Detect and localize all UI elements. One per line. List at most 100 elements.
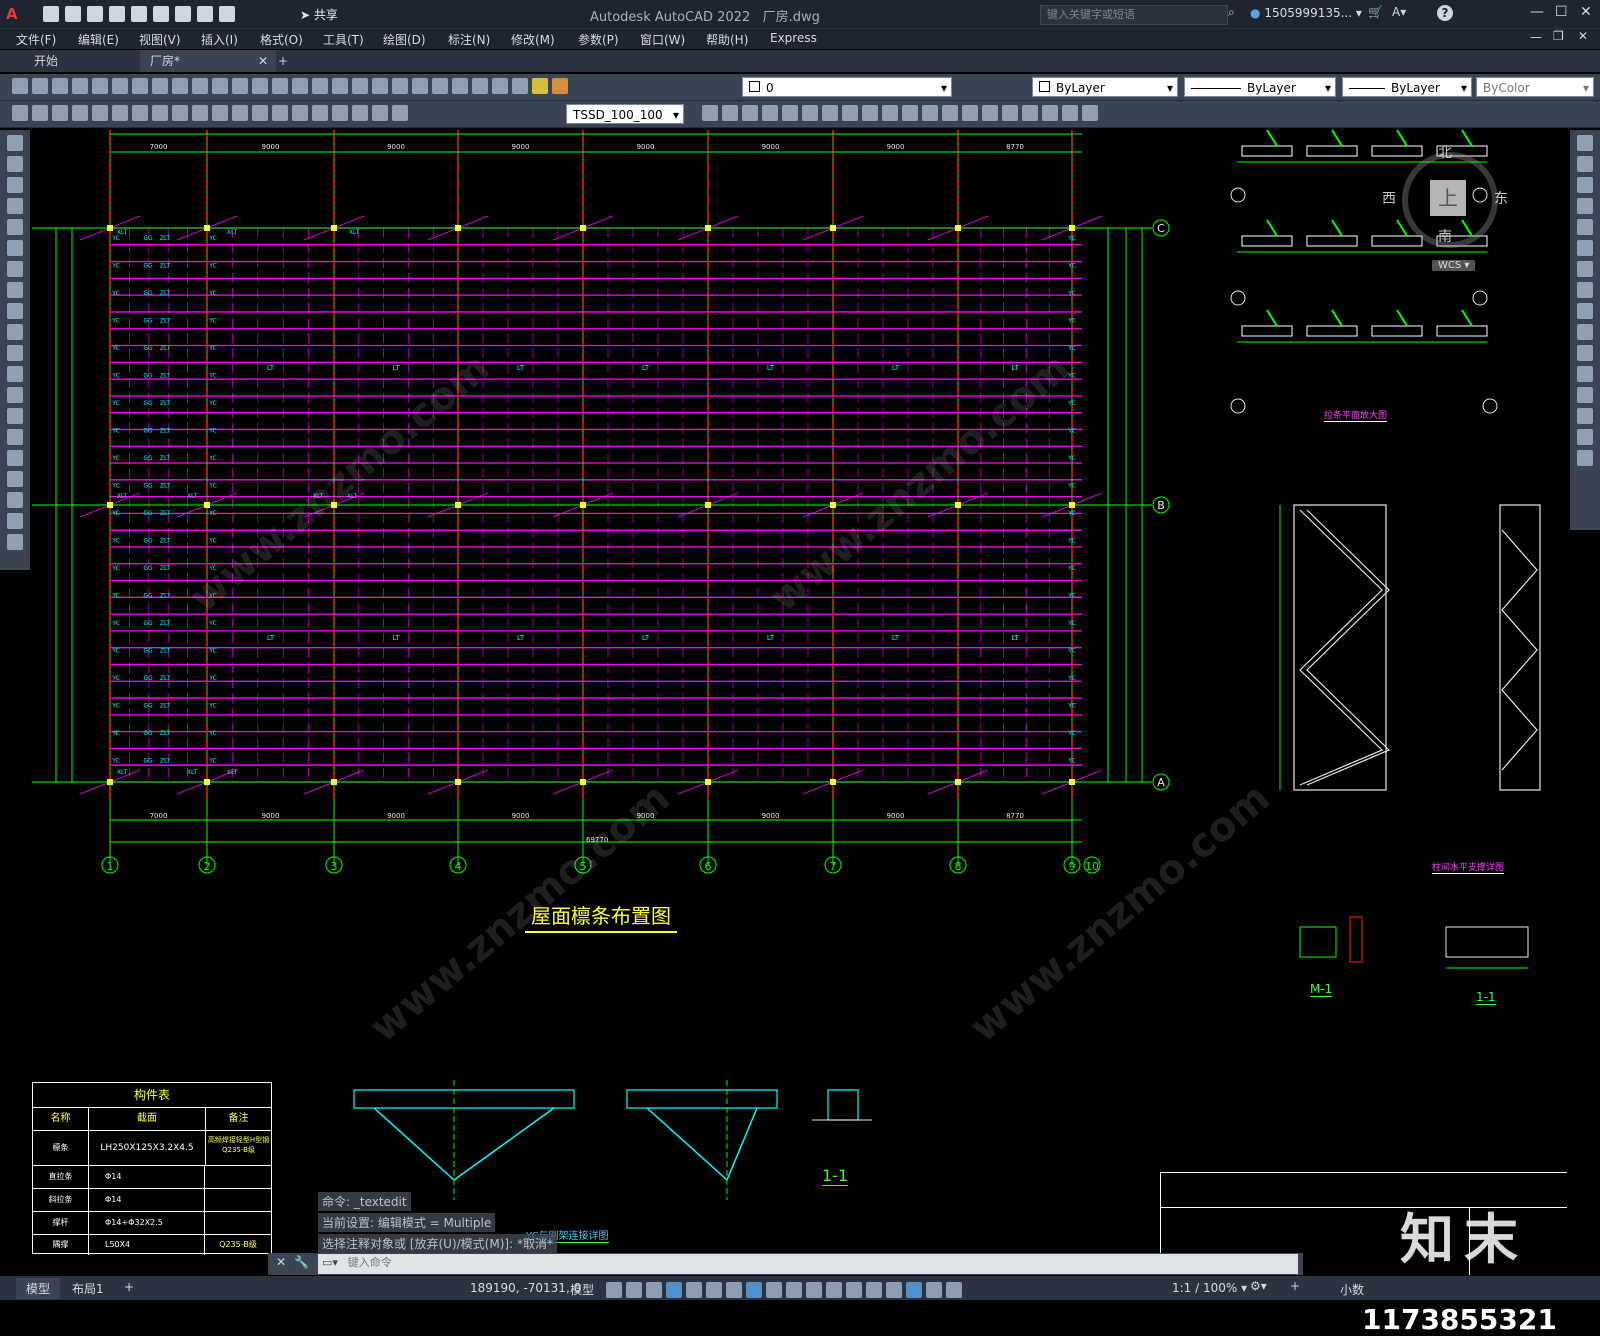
angular-dim-icon[interactable]: [152, 105, 168, 121]
transparency-icon[interactable]: [786, 1282, 802, 1298]
center-mark-icon[interactable]: [292, 105, 308, 121]
construction-line-icon[interactable]: [7, 156, 23, 172]
ordinate-dim-icon[interactable]: [72, 105, 88, 121]
join-icon[interactable]: [942, 105, 958, 121]
tab-model[interactable]: 模型: [16, 1278, 61, 1299]
cut-icon[interactable]: [152, 78, 168, 94]
break-side-icon[interactable]: [1577, 366, 1593, 382]
stretch-icon[interactable]: [862, 105, 878, 121]
globe-icon[interactable]: [132, 78, 148, 94]
doc-restore-button[interactable]: ❐: [1553, 29, 1564, 43]
save-icon[interactable]: [52, 78, 68, 94]
sheet-set-icon[interactable]: [432, 78, 448, 94]
close-button[interactable]: ✕: [1580, 4, 1592, 20]
erase-icon[interactable]: [702, 105, 718, 121]
publish-icon[interactable]: [112, 78, 128, 94]
line-icon[interactable]: [7, 135, 23, 151]
zoom-window-icon[interactable]: [332, 78, 348, 94]
menu-parametric[interactable]: 参数(P): [578, 31, 619, 48]
selection-filter-icon[interactable]: [866, 1282, 882, 1298]
tab-drawing[interactable]: 厂房* ✕: [140, 50, 276, 72]
circle-icon[interactable]: [7, 261, 23, 277]
block-editor-icon[interactable]: [232, 78, 248, 94]
annotation-scale-icon[interactable]: [946, 1282, 962, 1298]
close-tab-icon[interactable]: ✕: [258, 50, 268, 72]
continue-dim-icon[interactable]: [212, 105, 228, 121]
tolerance-icon[interactable]: [272, 105, 288, 121]
properties-icon[interactable]: [372, 78, 388, 94]
menu-dimension[interactable]: 标注(N): [448, 31, 490, 48]
snap-icon[interactable]: [626, 1282, 642, 1298]
paste-icon[interactable]: [192, 78, 208, 94]
dim-space-icon[interactable]: [232, 105, 248, 121]
aligned-dim-icon[interactable]: [32, 105, 48, 121]
menu-view[interactable]: 视图(V): [139, 31, 181, 48]
extend-icon[interactable]: [902, 105, 918, 121]
autocad-logo-icon[interactable]: A: [6, 5, 18, 23]
lineweight-icon[interactable]: [766, 1282, 782, 1298]
hatch-icon[interactable]: [7, 429, 23, 445]
osnap-icon[interactable]: [746, 1282, 762, 1298]
array-side-icon[interactable]: [1577, 219, 1593, 235]
mirror-icon[interactable]: [742, 105, 758, 121]
zoom-previous-icon[interactable]: [352, 78, 368, 94]
sun-icon[interactable]: [552, 78, 568, 94]
region-icon[interactable]: [7, 471, 23, 487]
cart-icon[interactable]: 🛒: [1368, 5, 1383, 19]
viewcube[interactable]: 上 北 南 西 东 WCS ▾: [1382, 145, 1510, 290]
viewcube-top-face[interactable]: 上: [1430, 180, 1466, 216]
command-input[interactable]: ▭▾ 键入命令: [318, 1254, 1298, 1274]
layer-properties-icon[interactable]: [512, 78, 528, 94]
explode-side-icon[interactable]: [1577, 450, 1593, 466]
arc-length-icon[interactable]: [52, 105, 68, 121]
point-icon[interactable]: [7, 408, 23, 424]
grid-icon[interactable]: [606, 1282, 622, 1298]
gradient-icon[interactable]: [7, 450, 23, 466]
add-icon[interactable]: +: [1290, 1279, 1300, 1293]
dim-edit-icon[interactable]: [352, 105, 368, 121]
menu-format[interactable]: 格式(O): [260, 31, 303, 48]
selection-cycling-icon[interactable]: [806, 1282, 822, 1298]
mirror-side-icon[interactable]: [1577, 177, 1593, 193]
menu-tools[interactable]: 工具(T): [323, 31, 364, 48]
move-side-icon[interactable]: [1577, 240, 1593, 256]
linetype-dropdown[interactable]: ByLayer ▾: [1184, 77, 1336, 97]
mtext-icon[interactable]: [7, 513, 23, 529]
undo-icon[interactable]: [252, 78, 268, 94]
revision-cloud-icon[interactable]: [7, 282, 23, 298]
settings-gear-icon[interactable]: ⚙▾: [1250, 1279, 1267, 1293]
plot-preview-icon[interactable]: [92, 78, 108, 94]
new-tab-button[interactable]: +: [268, 50, 298, 72]
match-properties-icon[interactable]: [212, 78, 228, 94]
polar-icon[interactable]: [686, 1282, 702, 1298]
help-button[interactable]: ?: [1437, 5, 1453, 21]
open-icon[interactable]: [32, 78, 48, 94]
scale-icon[interactable]: [842, 105, 858, 121]
menu-help[interactable]: 帮助(H): [706, 31, 748, 48]
wcs-dropdown[interactable]: WCS ▾: [1432, 260, 1476, 271]
layer-dropdown[interactable]: 0 ▾: [742, 77, 952, 97]
annotation-scale-dropdown[interactable]: 1:1 / 100% ▾: [1172, 1281, 1247, 1295]
open-file-icon[interactable]: [65, 6, 81, 22]
dim-text-edit-icon[interactable]: [372, 105, 388, 121]
search-input[interactable]: 键入关键字或短语: [1040, 5, 1228, 25]
inspection-icon[interactable]: [312, 105, 328, 121]
menu-express[interactable]: Express: [770, 31, 817, 45]
measure-icon[interactable]: [1082, 105, 1098, 121]
minimize-button[interactable]: —: [1530, 4, 1544, 20]
viewcube-west[interactable]: 西: [1382, 188, 1396, 208]
explode-icon[interactable]: [1002, 105, 1018, 121]
save-as-icon[interactable]: [109, 6, 125, 22]
dim-break-icon[interactable]: [252, 105, 268, 121]
array-icon[interactable]: [782, 105, 798, 121]
units-dropdown[interactable]: 小数: [1340, 1281, 1364, 1298]
move-icon[interactable]: [802, 105, 818, 121]
arc-icon[interactable]: [7, 240, 23, 256]
calculator-icon[interactable]: [472, 78, 488, 94]
break-icon[interactable]: [922, 105, 938, 121]
extend-side-icon[interactable]: [1577, 345, 1593, 361]
search-icon[interactable]: ⌕: [1228, 5, 1235, 20]
dim-update-icon[interactable]: [392, 105, 408, 121]
polygon-icon[interactable]: [7, 198, 23, 214]
design-center-icon[interactable]: [392, 78, 408, 94]
